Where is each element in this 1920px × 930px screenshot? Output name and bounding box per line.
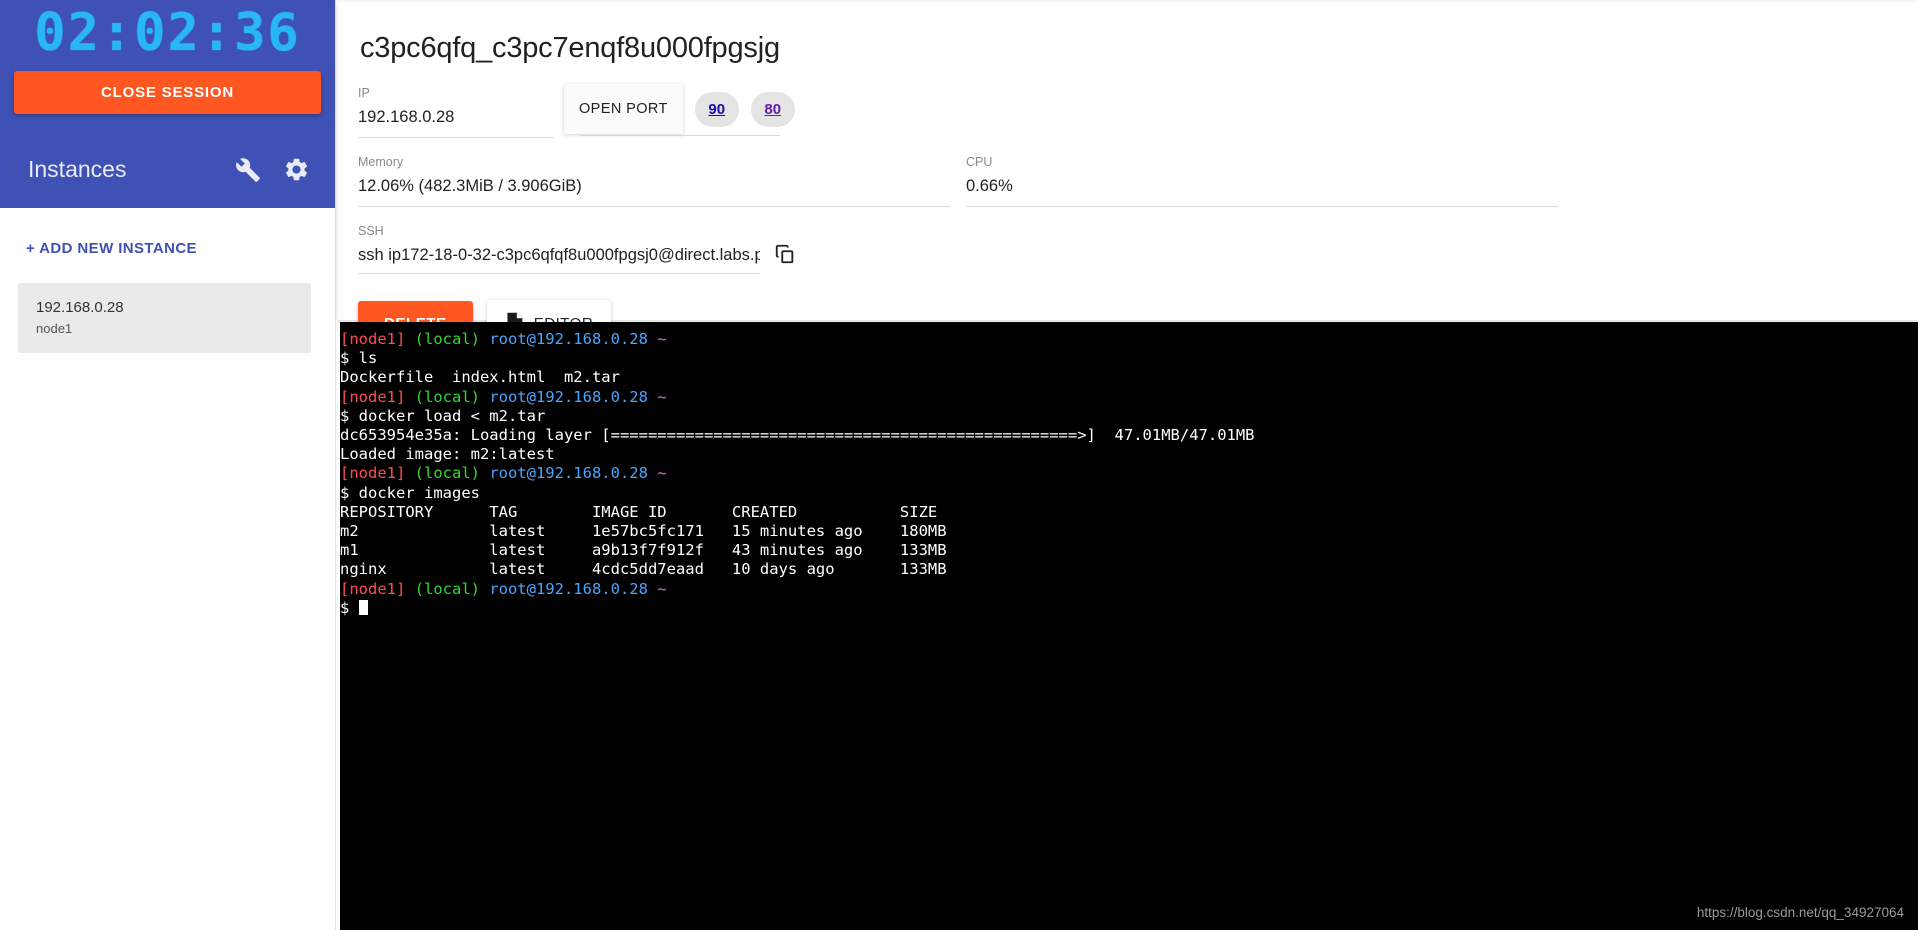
instance-details-panel: c3pc6qfq_c3pc7enqf8u000fpgsjg IP 192.168… (338, 2, 1918, 320)
cpu-label: CPU (966, 152, 1558, 172)
terminal-command-line: $ ls (340, 349, 1918, 368)
terminal-output-line: Dockerfile index.html m2.tar (340, 368, 1918, 387)
ip-value: 192.168.0.28 (358, 103, 554, 135)
port-link-80[interactable]: 80 (764, 101, 781, 118)
port-link-90[interactable]: 90 (708, 101, 725, 118)
instances-header: Instances (0, 132, 335, 208)
prompt-path: ~ (648, 464, 667, 482)
open-port-button[interactable]: OPEN PORT (564, 84, 683, 134)
close-session-button[interactable]: CLOSE SESSION (14, 71, 321, 114)
prompt-path: ~ (648, 330, 667, 348)
instance-name: node1 (36, 319, 311, 339)
instance-ip: 192.168.0.28 (36, 297, 311, 320)
terminal-command-line: $ docker load < m2.tar (340, 407, 1918, 426)
ssh-field: SSH ssh ip172-18-0-32-c3pc6qfqf8u000fpgs… (358, 221, 796, 274)
prompt-host: [node1] (340, 330, 405, 348)
prompt-scope: (local) (405, 388, 480, 406)
ports-underline (580, 135, 780, 136)
memory-field: Memory 12.06% (482.3MiB / 3.906GiB) (358, 152, 950, 207)
prompt-host: [node1] (340, 580, 405, 598)
wrench-icon[interactable] (231, 153, 265, 187)
prompt-host: [node1] (340, 464, 405, 482)
terminal-prompt-line: [node1] (local) root@192.168.0.28 ~ (340, 464, 1918, 483)
ip-field: IP 192.168.0.28 (358, 83, 554, 138)
ports-controls: OPEN PORT 90 80 (564, 84, 764, 138)
port-chip-80[interactable]: 80 (751, 92, 795, 127)
cpu-value: 0.66% (966, 172, 1558, 204)
ssh-label: SSH (358, 221, 796, 241)
terminal-prompt-line: [node1] (local) root@192.168.0.28 ~ (340, 388, 1918, 407)
prompt-scope: (local) (405, 464, 480, 482)
port-chip-90[interactable]: 90 (695, 92, 739, 127)
terminal-output-line: REPOSITORY TAG IMAGE ID CREATED SIZE (340, 503, 1918, 522)
stats-row: Memory 12.06% (482.3MiB / 3.906GiB) CPU … (358, 152, 1892, 207)
ip-label: IP (358, 83, 554, 103)
terminal-output-line: m1 latest a9b13f7f912f 43 minutes ago 13… (340, 541, 1918, 560)
terminal[interactable]: [node1] (local) root@192.168.0.28 ~$ lsD… (338, 322, 1918, 930)
add-new-instance-button[interactable]: + ADD NEW INSTANCE (0, 208, 335, 283)
ip-and-ports-row: IP 192.168.0.28 OPEN PORT 90 80 (358, 83, 1892, 138)
cpu-field: CPU 0.66% (966, 152, 1558, 207)
prompt-path: ~ (648, 580, 667, 598)
prompt-user: root@192.168.0.28 (480, 464, 648, 482)
main-content: c3pc6qfq_c3pc7enqf8u000fpgsjg IP 192.168… (335, 0, 1920, 930)
app-root: 02:02:36 CLOSE SESSION Instances + ADD N… (0, 0, 1920, 930)
terminal-output-line: Loaded image: m2:latest (340, 445, 1918, 464)
prompt-user: root@192.168.0.28 (480, 580, 648, 598)
terminal-output-line: nginx latest 4cdc5dd7eaad 10 days ago 13… (340, 560, 1918, 579)
prompt-scope: (local) (405, 330, 480, 348)
memory-label: Memory (358, 152, 950, 172)
terminal-output-line: m2 latest 1e57bc5fc171 15 minutes ago 18… (340, 522, 1918, 541)
ssh-value[interactable]: ssh ip172-18-0-32-c3pc6qfqf8u000fpgsj0@d… (358, 241, 760, 274)
gear-icon[interactable] (279, 153, 313, 187)
terminal-cursor-line: $ (340, 599, 1918, 618)
terminal-output: [node1] (local) root@192.168.0.28 ~$ lsD… (340, 330, 1918, 618)
ssh-line: ssh ip172-18-0-32-c3pc6qfqf8u000fpgsj0@d… (358, 241, 796, 274)
instances-title: Instances (28, 156, 217, 183)
instance-list-item-node1[interactable]: 192.168.0.28 node1 (18, 283, 311, 353)
prompt-host: [node1] (340, 388, 405, 406)
terminal-command-line: $ docker images (340, 484, 1918, 503)
prompt-scope: (local) (405, 580, 480, 598)
page-title: c3pc6qfq_c3pc7enqf8u000fpgsjg (358, 22, 1892, 83)
prompt-user: root@192.168.0.28 (480, 330, 648, 348)
terminal-input-text: $ (340, 599, 359, 617)
prompt-path: ~ (648, 388, 667, 406)
copy-icon[interactable] (774, 243, 796, 270)
terminal-prompt-line: [node1] (local) root@192.168.0.28 ~ (340, 330, 1918, 349)
session-timer: 02:02:36 (0, 0, 335, 71)
memory-value: 12.06% (482.3MiB / 3.906GiB) (358, 172, 950, 204)
sidebar-body: + ADD NEW INSTANCE 192.168.0.28 node1 (0, 208, 335, 353)
sidebar-header: 02:02:36 CLOSE SESSION Instances (0, 0, 335, 208)
watermark: https://blog.csdn.net/qq_34927064 (1697, 903, 1904, 922)
terminal-cursor (359, 600, 368, 615)
prompt-user: root@192.168.0.28 (480, 388, 648, 406)
terminal-prompt-line: [node1] (local) root@192.168.0.28 ~ (340, 580, 1918, 599)
terminal-output-line: dc653954e35a: Loading layer [===========… (340, 426, 1918, 445)
sidebar: 02:02:36 CLOSE SESSION Instances + ADD N… (0, 0, 335, 930)
